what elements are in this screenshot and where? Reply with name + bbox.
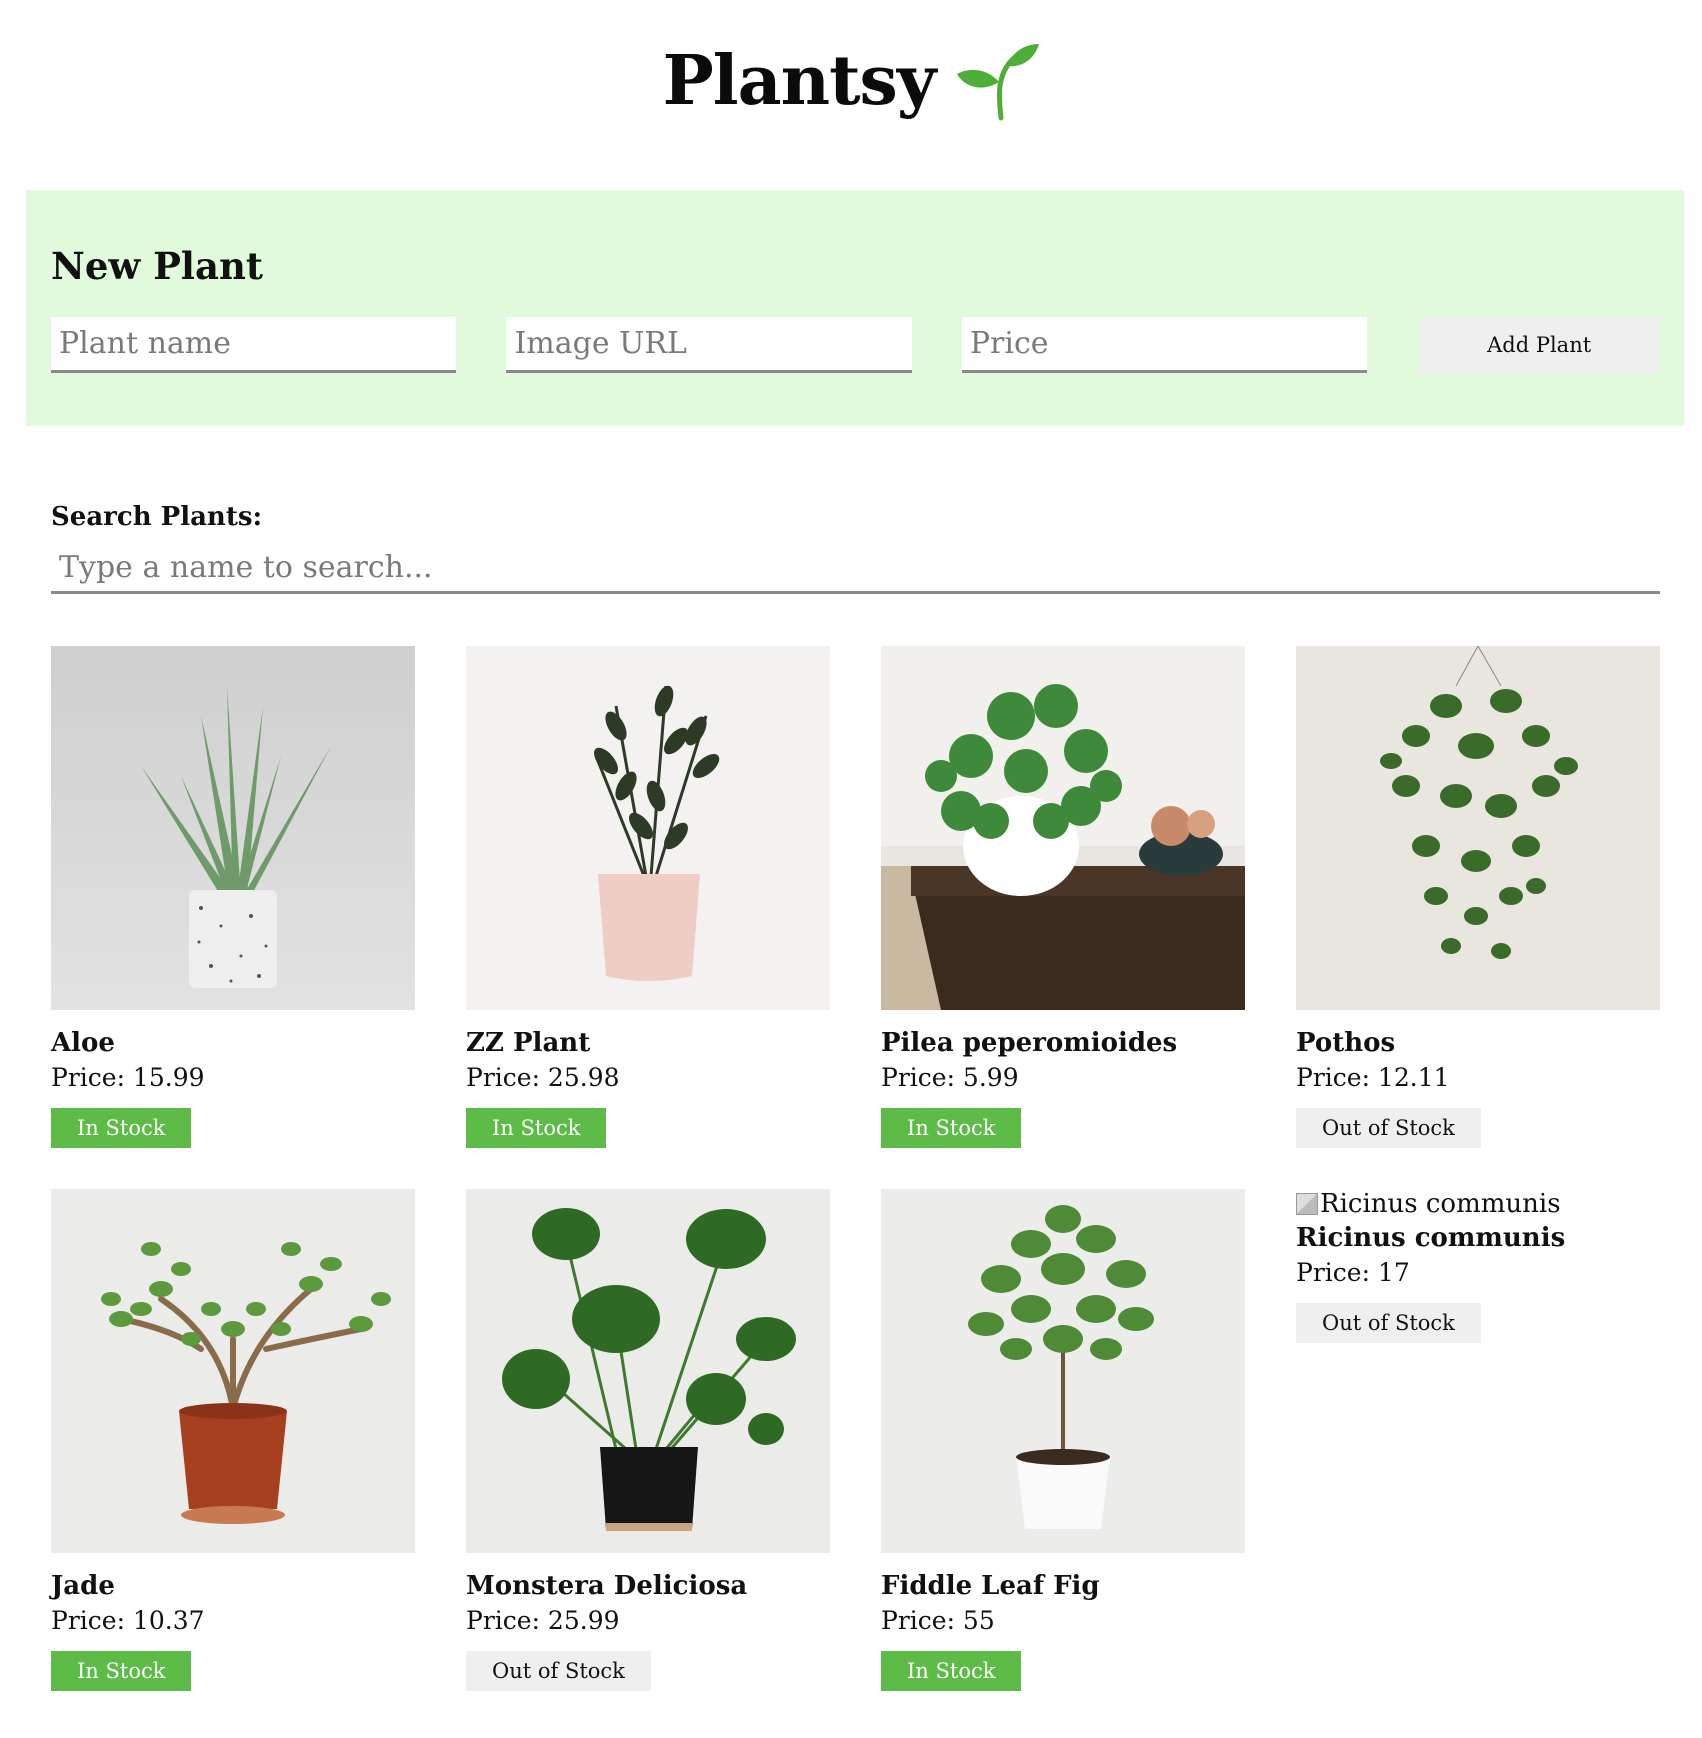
stock-toggle-button[interactable]: In Stock	[51, 1651, 192, 1691]
search-section: Search Plants:	[51, 504, 1660, 594]
plant-name: Fiddle Leaf Fig	[881, 1571, 1100, 1601]
plant-price: Price: 10.37	[51, 1606, 205, 1635]
plant-name: Ricinus communis	[1296, 1223, 1566, 1253]
broken-image-icon	[1296, 1193, 1318, 1215]
plant-card: Aloe Price: 15.99 In Stock	[51, 646, 415, 1148]
stock-toggle-button[interactable]: Out of Stock	[466, 1651, 651, 1691]
plant-name: Jade	[51, 1571, 115, 1601]
plant-photo-pothos	[1296, 645, 1660, 1010]
plant-card: Fiddle Leaf Fig Price: 55 In Stock	[881, 1189, 1245, 1691]
plant-photo-jade	[51, 1189, 415, 1553]
plant-card: Ricinus communis Ricinus communis Price:…	[1296, 1189, 1660, 1343]
plant-photo-monstera	[466, 1189, 830, 1553]
sprout-icon	[957, 44, 1040, 121]
plant-price: Price: 15.99	[51, 1063, 205, 1092]
plant-price: Price: 25.99	[466, 1606, 620, 1635]
plant-card: Jade Price: 10.37 In Stock	[51, 1189, 415, 1691]
stock-toggle-button[interactable]: In Stock	[881, 1651, 1022, 1691]
new-plant-form: New Plant Add Plant	[26, 190, 1684, 426]
stock-toggle-button[interactable]: Out of Stock	[1296, 1303, 1481, 1343]
plant-price: Price: 12.11	[1296, 1063, 1450, 1092]
price-input[interactable]	[961, 317, 1368, 373]
stock-toggle-button[interactable]: Out of Stock	[1296, 1108, 1481, 1148]
plant-name: Pothos	[1296, 1028, 1396, 1058]
stock-toggle-button[interactable]: In Stock	[881, 1108, 1022, 1148]
plant-name: ZZ Plant	[466, 1028, 591, 1058]
plant-price: Price: 55	[881, 1606, 995, 1635]
site-header: Plantsy	[0, 0, 1702, 190]
plant-price: Price: 25.98	[466, 1063, 620, 1092]
new-plant-heading: New Plant	[51, 244, 263, 288]
logo: Plantsy	[663, 36, 1040, 126]
image-url-input[interactable]	[506, 317, 912, 373]
plant-card: Pothos Price: 12.11 Out of Stock	[1296, 645, 1660, 1148]
stock-toggle-button[interactable]: In Stock	[51, 1108, 192, 1148]
plant-photo-fiddle-leaf-fig	[881, 1189, 1245, 1553]
plant-card: ZZ Plant Price: 25.98 In Stock	[466, 646, 830, 1148]
plant-name: Pilea peperomioides	[881, 1028, 1178, 1058]
broken-image: Ricinus communis	[1296, 1189, 1660, 1219]
plant-card: Pilea peperomioides Price: 5.99 In Stock	[881, 646, 1245, 1148]
plant-photo-pilea	[881, 646, 1245, 1010]
plant-photo-aloe	[51, 646, 415, 1010]
plant-name: Aloe	[51, 1028, 115, 1058]
search-label: Search Plants:	[51, 502, 263, 532]
add-plant-button[interactable]: Add Plant	[1419, 317, 1659, 373]
stock-toggle-button[interactable]: In Stock	[466, 1108, 607, 1148]
plant-price: Price: 5.99	[881, 1063, 1019, 1092]
search-input[interactable]	[51, 544, 1660, 594]
image-alt-text: Ricinus communis	[1320, 1189, 1561, 1219]
plant-photo-zz-plant	[466, 646, 830, 1010]
plant-name: Monstera Deliciosa	[466, 1571, 748, 1601]
app-title: Plantsy	[662, 41, 937, 121]
new-plant-fields: Add Plant	[51, 317, 1659, 373]
plant-price: Price: 17	[1296, 1258, 1410, 1287]
plant-name-input[interactable]	[51, 317, 457, 373]
plant-card: Monstera Deliciosa Price: 25.99 Out of S…	[466, 1189, 830, 1691]
